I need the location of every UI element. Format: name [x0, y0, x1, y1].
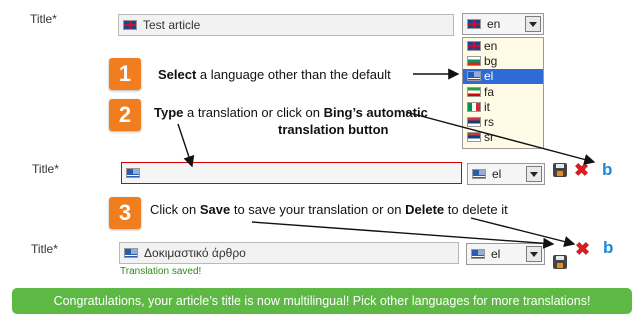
arrow-step2-to-bing: [405, 111, 596, 165]
arrow-step3-to-delete: [470, 217, 576, 248]
arrow-step3-to-save: [251, 221, 555, 249]
success-banner: Congratulations, your article’s title is…: [12, 288, 632, 314]
arrow-step2-to-input: [177, 123, 195, 168]
success-banner-text: Congratulations, your article’s title is…: [53, 294, 591, 308]
callout-arrows: [177, 68, 596, 249]
